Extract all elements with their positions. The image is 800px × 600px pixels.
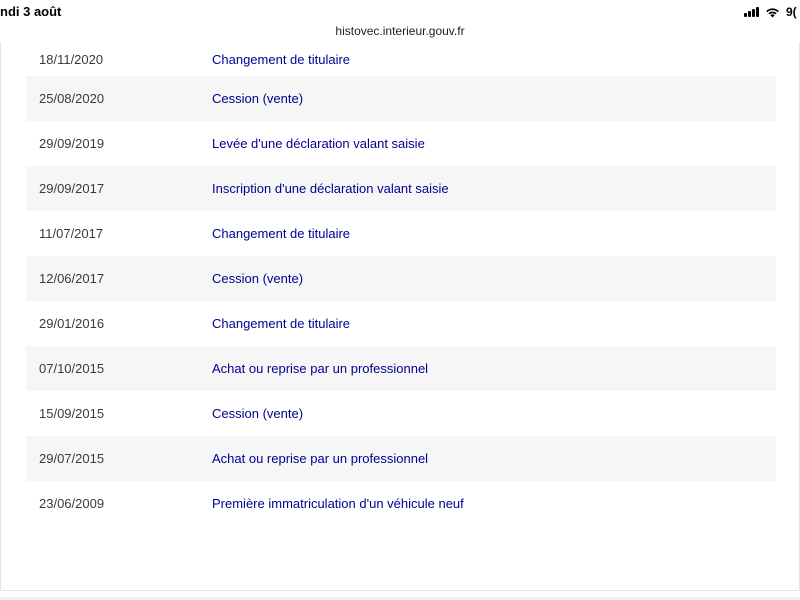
history-row: 15/09/2015 Cession (vente) xyxy=(26,391,776,436)
history-row: 25/08/2020 Cession (vente) xyxy=(26,76,776,121)
url-text: histovec.interieur.gouv.fr xyxy=(335,24,465,38)
history-event: Cession (vente) xyxy=(212,91,304,106)
history-date: 29/07/2015 xyxy=(39,451,105,466)
history-date: 25/08/2020 xyxy=(39,91,105,106)
history-date: 11/07/2017 xyxy=(39,226,104,241)
wifi-icon xyxy=(766,7,779,17)
history-date: 29/01/2016 xyxy=(39,316,105,331)
history-event: Première immatriculation d'un véhicule n… xyxy=(212,496,464,511)
status-date: ndi 3 août xyxy=(0,4,62,19)
history-event: Levée d'une déclaration valant saisie xyxy=(212,136,425,151)
history-event: Changement de titulaire xyxy=(212,316,351,331)
history-event: Achat ou reprise par un professionnel xyxy=(212,361,429,376)
history-row: 29/09/2017 Inscription d'une déclaration … xyxy=(26,166,776,211)
history-row: 18/11/2020 Changement de titulaire xyxy=(26,42,776,76)
history-date: 29/09/2019 xyxy=(39,136,105,151)
address-bar[interactable]: histovec.interieur.gouv.fr xyxy=(0,22,800,43)
history-event: Changement de titulaire xyxy=(212,51,351,67)
history-panel: 18/11/2020 Changement de titulaire 25/08/2… xyxy=(0,42,800,591)
history-row: 12/06/2017 Cession (vente) xyxy=(26,256,776,301)
history-row: 29/01/2016 Changement de titulaire xyxy=(26,301,776,346)
history-date: 23/06/2009 xyxy=(39,496,105,511)
status-bar: ndi 3 août 9( xyxy=(0,0,800,22)
history-event: Achat ou reprise par un professionnel xyxy=(212,451,429,466)
history-date: 12/06/2017 xyxy=(39,271,105,286)
battery-level: 9( xyxy=(786,5,797,19)
history-event: Inscription d'une déclaration valant sai… xyxy=(212,181,449,196)
history-date: 07/10/2015 xyxy=(39,361,105,376)
history-date: 29/09/2017 xyxy=(39,181,105,196)
history-row: 07/10/2015 Achat ou reprise par un profes… xyxy=(26,346,776,391)
history-date: 15/09/2015 xyxy=(39,406,105,421)
history-event: Cession (vente) xyxy=(212,271,304,286)
history-event: Cession (vente) xyxy=(212,406,304,421)
history-row: 11/07/2017 Changement de titulaire xyxy=(26,211,776,256)
history-event: Changement de titulaire xyxy=(212,226,351,241)
cellular-signal-icon xyxy=(744,7,759,17)
history-row: 23/06/2009 Première immatriculation d'un … xyxy=(26,481,776,526)
history-row: 29/07/2015 Achat ou reprise par un profes… xyxy=(26,436,776,481)
history-date: 18/11/2020 xyxy=(39,51,104,67)
history-table: 18/11/2020 Changement de titulaire 25/08/2… xyxy=(26,42,776,526)
status-indicators: 9( xyxy=(744,5,800,19)
history-row: 29/09/2019 Levée d'une déclaration valant… xyxy=(26,121,776,166)
